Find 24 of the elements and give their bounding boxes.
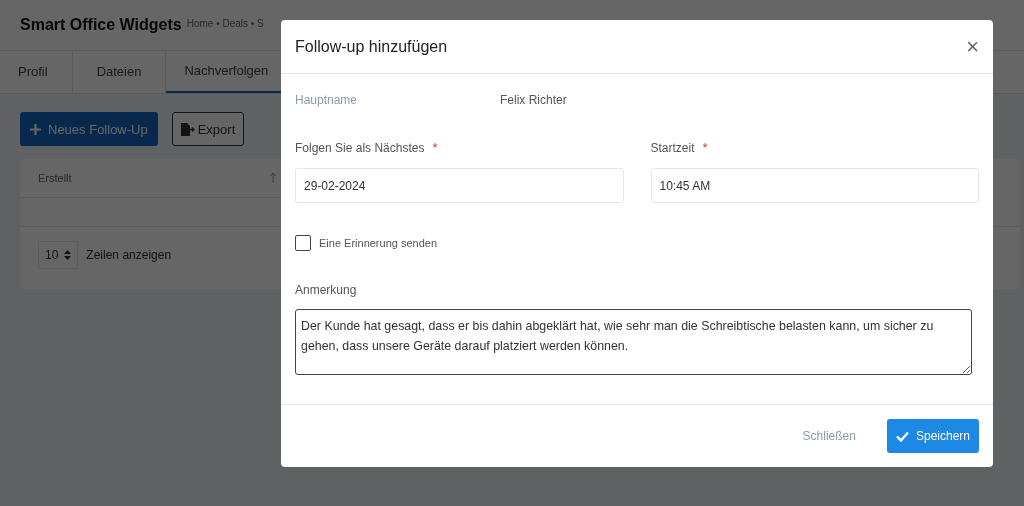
checkbox-label: Eine Erinnerung senden xyxy=(319,237,438,249)
field-label: Anmerkung xyxy=(295,283,358,297)
page-title: Smart Office Widgets xyxy=(20,16,182,34)
new-follow-up-button[interactable]: Neues Follow-Up xyxy=(20,112,158,146)
input-field[interactable]: 10:45 AM xyxy=(650,168,979,203)
required-mark: * xyxy=(702,141,708,155)
modal-title: Follow-up hinzufügen xyxy=(295,37,448,56)
field-label: Startzeit xyxy=(650,141,695,155)
page-size-label: Zeilen anzeigen xyxy=(86,248,172,262)
field-value: Felix Richter xyxy=(500,93,567,107)
required-mark: * xyxy=(432,141,438,155)
field-label: Folgen Sie als Nächstes xyxy=(295,141,425,155)
tab[interactable]: Dateien xyxy=(72,51,167,93)
breadcrumb: Home • Deals • S xyxy=(186,17,264,29)
field-label: Hauptname xyxy=(295,93,359,107)
column-header[interactable]: Erstellt xyxy=(38,172,72,184)
save-button[interactable]: Speichern xyxy=(886,419,979,453)
export-button[interactable]: Export xyxy=(171,112,245,146)
close-button[interactable]: × xyxy=(966,35,979,58)
tab[interactable]: Profil xyxy=(0,51,73,93)
note-field[interactable]: Der Kunde hat gesagt, dass er bis dahin abgeklärt hat, wie sehr man die Schreibtische belasten kann, um sicher zu gehen, dass unsere Geräte darauf platziert werden können. xyxy=(295,309,972,375)
close-button[interactable]: Schließen xyxy=(796,428,862,444)
page-size-select[interactable]: 10 xyxy=(38,241,79,269)
input-field[interactable]: 29-02-2024 xyxy=(295,168,624,203)
